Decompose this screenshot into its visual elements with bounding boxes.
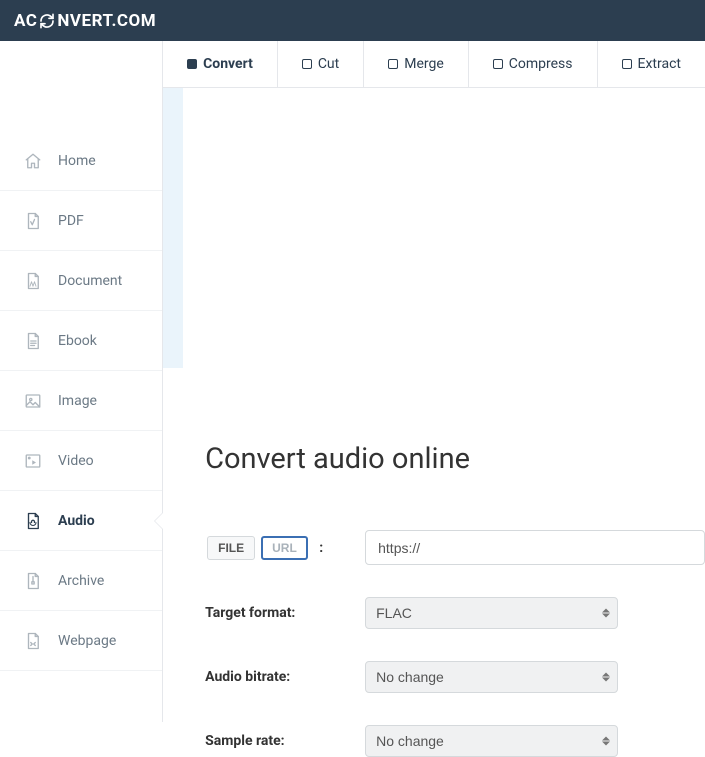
content-area: Convert audio online FILE URL : (163, 118, 705, 757)
sidebar: Home PDF Document Ebook Image Video Audio Archi… (0, 41, 163, 722)
page-title: Convert audio online (205, 118, 705, 476)
sidebar-item-label: Audio (58, 513, 95, 529)
tab-compress[interactable]: Compress (469, 41, 598, 87)
target-format-label: Target format: (205, 605, 365, 621)
source-url-button[interactable]: URL (261, 536, 308, 560)
sidebar-item-audio[interactable]: Audio (0, 491, 162, 551)
sidebar-item-label: Archive (58, 573, 104, 589)
tab-extract[interactable]: Extract (598, 41, 705, 87)
sidebar-item-pdf[interactable]: PDF (0, 191, 162, 251)
sidebar-item-label: Ebook (58, 333, 97, 349)
brand-text-pre: AC (14, 11, 37, 31)
home-icon (24, 152, 46, 170)
sidebar-item-document[interactable]: Document (0, 251, 162, 311)
main-panel: Convert Cut Merge Compress Extract Convert a… (163, 41, 705, 722)
sidebar-item-label: Video (58, 453, 94, 469)
tab-label: Convert (203, 56, 253, 72)
sample-rate-select[interactable]: No change (365, 725, 618, 757)
webpage-icon (24, 632, 46, 650)
app-header: AC NVERT.COM (0, 0, 705, 41)
source-file-button[interactable]: FILE (207, 536, 255, 560)
tab-label: Cut (318, 56, 339, 72)
brand-text-post: NVERT.COM (57, 11, 156, 31)
sidebar-item-image[interactable]: Image (0, 371, 162, 431)
sidebar-item-label: Webpage (58, 633, 116, 649)
sidebar-item-label: Home (58, 153, 96, 169)
refresh-icon (39, 13, 55, 29)
sample-rate-row: Sample rate: No change (205, 725, 705, 757)
archive-icon (24, 572, 46, 590)
source-toggle-group: FILE URL (205, 534, 310, 562)
tab-label: Extract (638, 56, 681, 72)
source-toggle-col: FILE URL : (205, 534, 365, 562)
sidebar-item-home[interactable]: Home (0, 131, 162, 191)
sidebar-item-label: Image (58, 393, 97, 409)
pdf-icon (24, 212, 46, 230)
tab-convert[interactable]: Convert (163, 41, 278, 87)
brand-logo[interactable]: AC NVERT.COM (14, 11, 156, 31)
checkbox-icon (388, 59, 398, 69)
checkbox-icon (493, 59, 503, 69)
checkbox-icon (187, 59, 197, 69)
sidebar-item-video[interactable]: Video (0, 431, 162, 491)
document-icon (24, 272, 46, 290)
sidebar-item-label: PDF (58, 213, 84, 229)
target-format-row: Target format: FLAC (205, 597, 705, 629)
tab-bar: Convert Cut Merge Compress Extract (163, 41, 705, 88)
audio-icon (24, 512, 46, 530)
tab-label: Compress (509, 56, 573, 72)
audio-bitrate-row: Audio bitrate: No change (205, 661, 705, 693)
sidebar-item-archive[interactable]: Archive (0, 551, 162, 611)
sidebar-item-label: Document (58, 273, 122, 289)
sidebar-item-webpage[interactable]: Webpage (0, 611, 162, 671)
tab-label: Merge (404, 56, 444, 72)
tab-merge[interactable]: Merge (364, 41, 469, 87)
url-input[interactable] (365, 530, 705, 565)
ebook-icon (24, 332, 46, 350)
audio-bitrate-label: Audio bitrate: (205, 669, 365, 685)
video-icon (24, 452, 46, 470)
target-format-select[interactable]: FLAC (365, 597, 618, 629)
image-icon (24, 392, 46, 410)
audio-bitrate-select[interactable]: No change (365, 661, 618, 693)
sample-rate-label: Sample rate: (205, 733, 365, 749)
tab-cut[interactable]: Cut (278, 41, 364, 87)
colon-label: : (319, 540, 323, 556)
source-row: FILE URL : (205, 530, 705, 565)
checkbox-icon (302, 59, 312, 69)
checkbox-icon (622, 59, 632, 69)
sidebar-item-ebook[interactable]: Ebook (0, 311, 162, 371)
